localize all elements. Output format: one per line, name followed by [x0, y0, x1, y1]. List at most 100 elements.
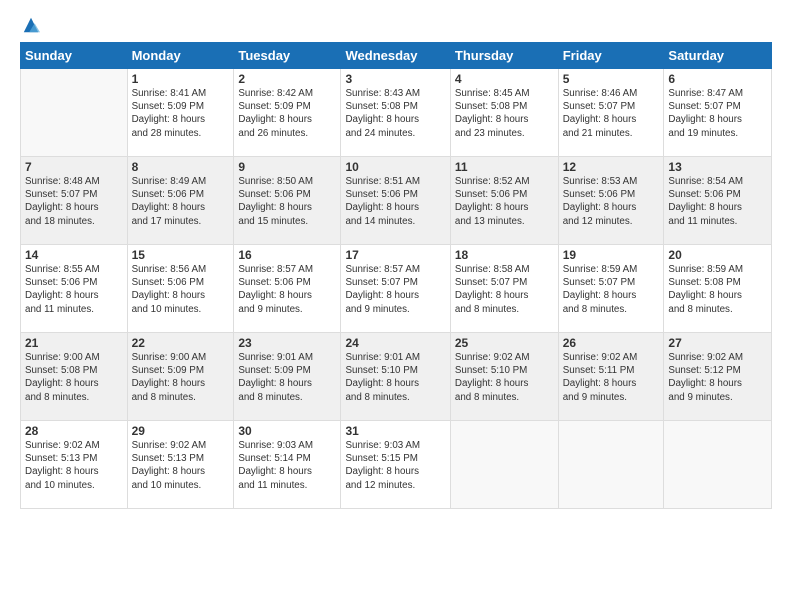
cell-info-text: Sunrise: 8:49 AM Sunset: 5:06 PM Dayligh… [132, 175, 230, 228]
calendar-week-3: 14Sunrise: 8:55 AM Sunset: 5:06 PM Dayli… [21, 245, 772, 333]
calendar-cell: 14Sunrise: 8:55 AM Sunset: 5:06 PM Dayli… [21, 245, 128, 333]
calendar-cell: 15Sunrise: 8:56 AM Sunset: 5:06 PM Dayli… [127, 245, 234, 333]
cell-date-number: 29 [132, 424, 230, 438]
calendar-week-1: 1Sunrise: 8:41 AM Sunset: 5:09 PM Daylig… [21, 69, 772, 157]
cell-date-number: 31 [345, 424, 445, 438]
calendar-cell [664, 421, 772, 509]
cell-info-text: Sunrise: 8:52 AM Sunset: 5:06 PM Dayligh… [455, 175, 554, 228]
calendar-cell: 23Sunrise: 9:01 AM Sunset: 5:09 PM Dayli… [234, 333, 341, 421]
cell-info-text: Sunrise: 9:02 AM Sunset: 5:12 PM Dayligh… [668, 351, 767, 404]
cell-info-text: Sunrise: 9:02 AM Sunset: 5:13 PM Dayligh… [132, 439, 230, 492]
cell-date-number: 18 [455, 248, 554, 262]
calendar-cell: 25Sunrise: 9:02 AM Sunset: 5:10 PM Dayli… [450, 333, 558, 421]
weekday-header-friday: Friday [558, 43, 664, 69]
calendar-cell: 7Sunrise: 8:48 AM Sunset: 5:07 PM Daylig… [21, 157, 128, 245]
weekday-header-tuesday: Tuesday [234, 43, 341, 69]
calendar-header-row: SundayMondayTuesdayWednesdayThursdayFrid… [21, 43, 772, 69]
cell-info-text: Sunrise: 8:48 AM Sunset: 5:07 PM Dayligh… [25, 175, 123, 228]
cell-date-number: 16 [238, 248, 336, 262]
calendar-week-4: 21Sunrise: 9:00 AM Sunset: 5:08 PM Dayli… [21, 333, 772, 421]
calendar-cell: 1Sunrise: 8:41 AM Sunset: 5:09 PM Daylig… [127, 69, 234, 157]
cell-date-number: 24 [345, 336, 445, 350]
calendar-cell: 6Sunrise: 8:47 AM Sunset: 5:07 PM Daylig… [664, 69, 772, 157]
calendar-cell: 10Sunrise: 8:51 AM Sunset: 5:06 PM Dayli… [341, 157, 450, 245]
calendar-cell: 11Sunrise: 8:52 AM Sunset: 5:06 PM Dayli… [450, 157, 558, 245]
calendar-cell: 17Sunrise: 8:57 AM Sunset: 5:07 PM Dayli… [341, 245, 450, 333]
calendar-cell: 21Sunrise: 9:00 AM Sunset: 5:08 PM Dayli… [21, 333, 128, 421]
calendar-cell [21, 69, 128, 157]
cell-info-text: Sunrise: 9:01 AM Sunset: 5:10 PM Dayligh… [345, 351, 445, 404]
cell-date-number: 15 [132, 248, 230, 262]
calendar-cell: 4Sunrise: 8:45 AM Sunset: 5:08 PM Daylig… [450, 69, 558, 157]
calendar-cell: 16Sunrise: 8:57 AM Sunset: 5:06 PM Dayli… [234, 245, 341, 333]
cell-info-text: Sunrise: 8:55 AM Sunset: 5:06 PM Dayligh… [25, 263, 123, 316]
cell-date-number: 26 [563, 336, 660, 350]
calendar-cell: 28Sunrise: 9:02 AM Sunset: 5:13 PM Dayli… [21, 421, 128, 509]
cell-date-number: 11 [455, 160, 554, 174]
calendar-cell [450, 421, 558, 509]
cell-info-text: Sunrise: 8:59 AM Sunset: 5:07 PM Dayligh… [563, 263, 660, 316]
cell-info-text: Sunrise: 8:53 AM Sunset: 5:06 PM Dayligh… [563, 175, 660, 228]
cell-date-number: 9 [238, 160, 336, 174]
cell-date-number: 23 [238, 336, 336, 350]
cell-date-number: 12 [563, 160, 660, 174]
calendar-cell: 12Sunrise: 8:53 AM Sunset: 5:06 PM Dayli… [558, 157, 664, 245]
cell-date-number: 30 [238, 424, 336, 438]
cell-info-text: Sunrise: 8:46 AM Sunset: 5:07 PM Dayligh… [563, 87, 660, 140]
cell-date-number: 4 [455, 72, 554, 86]
cell-info-text: Sunrise: 8:45 AM Sunset: 5:08 PM Dayligh… [455, 87, 554, 140]
cell-date-number: 13 [668, 160, 767, 174]
calendar-cell: 29Sunrise: 9:02 AM Sunset: 5:13 PM Dayli… [127, 421, 234, 509]
cell-date-number: 3 [345, 72, 445, 86]
calendar-cell: 19Sunrise: 8:59 AM Sunset: 5:07 PM Dayli… [558, 245, 664, 333]
calendar-cell: 8Sunrise: 8:49 AM Sunset: 5:06 PM Daylig… [127, 157, 234, 245]
calendar-week-2: 7Sunrise: 8:48 AM Sunset: 5:07 PM Daylig… [21, 157, 772, 245]
weekday-header-wednesday: Wednesday [341, 43, 450, 69]
cell-info-text: Sunrise: 8:54 AM Sunset: 5:06 PM Dayligh… [668, 175, 767, 228]
cell-date-number: 6 [668, 72, 767, 86]
cell-info-text: Sunrise: 9:03 AM Sunset: 5:14 PM Dayligh… [238, 439, 336, 492]
cell-date-number: 25 [455, 336, 554, 350]
cell-date-number: 10 [345, 160, 445, 174]
cell-info-text: Sunrise: 9:00 AM Sunset: 5:09 PM Dayligh… [132, 351, 230, 404]
calendar-cell: 3Sunrise: 8:43 AM Sunset: 5:08 PM Daylig… [341, 69, 450, 157]
calendar-cell: 5Sunrise: 8:46 AM Sunset: 5:07 PM Daylig… [558, 69, 664, 157]
logo-icon [22, 16, 40, 34]
cell-info-text: Sunrise: 8:41 AM Sunset: 5:09 PM Dayligh… [132, 87, 230, 140]
cell-date-number: 19 [563, 248, 660, 262]
weekday-header-monday: Monday [127, 43, 234, 69]
calendar-cell: 22Sunrise: 9:00 AM Sunset: 5:09 PM Dayli… [127, 333, 234, 421]
cell-info-text: Sunrise: 9:01 AM Sunset: 5:09 PM Dayligh… [238, 351, 336, 404]
calendar-table: SundayMondayTuesdayWednesdayThursdayFrid… [20, 42, 772, 509]
cell-info-text: Sunrise: 9:03 AM Sunset: 5:15 PM Dayligh… [345, 439, 445, 492]
cell-info-text: Sunrise: 8:58 AM Sunset: 5:07 PM Dayligh… [455, 263, 554, 316]
cell-info-text: Sunrise: 8:43 AM Sunset: 5:08 PM Dayligh… [345, 87, 445, 140]
cell-date-number: 7 [25, 160, 123, 174]
calendar-body: 1Sunrise: 8:41 AM Sunset: 5:09 PM Daylig… [21, 69, 772, 509]
calendar-cell [558, 421, 664, 509]
cell-info-text: Sunrise: 9:00 AM Sunset: 5:08 PM Dayligh… [25, 351, 123, 404]
calendar-cell: 30Sunrise: 9:03 AM Sunset: 5:14 PM Dayli… [234, 421, 341, 509]
cell-info-text: Sunrise: 8:59 AM Sunset: 5:08 PM Dayligh… [668, 263, 767, 316]
weekday-header-saturday: Saturday [664, 43, 772, 69]
logo [20, 16, 40, 30]
cell-info-text: Sunrise: 8:56 AM Sunset: 5:06 PM Dayligh… [132, 263, 230, 316]
cell-info-text: Sunrise: 8:57 AM Sunset: 5:07 PM Dayligh… [345, 263, 445, 316]
calendar-cell: 2Sunrise: 8:42 AM Sunset: 5:09 PM Daylig… [234, 69, 341, 157]
cell-info-text: Sunrise: 9:02 AM Sunset: 5:11 PM Dayligh… [563, 351, 660, 404]
cell-date-number: 8 [132, 160, 230, 174]
weekday-header-thursday: Thursday [450, 43, 558, 69]
cell-date-number: 28 [25, 424, 123, 438]
header [20, 16, 772, 30]
cell-date-number: 17 [345, 248, 445, 262]
calendar-cell: 26Sunrise: 9:02 AM Sunset: 5:11 PM Dayli… [558, 333, 664, 421]
cell-date-number: 20 [668, 248, 767, 262]
weekday-header-sunday: Sunday [21, 43, 128, 69]
cell-info-text: Sunrise: 9:02 AM Sunset: 5:10 PM Dayligh… [455, 351, 554, 404]
cell-date-number: 14 [25, 248, 123, 262]
calendar-cell: 13Sunrise: 8:54 AM Sunset: 5:06 PM Dayli… [664, 157, 772, 245]
calendar-cell: 27Sunrise: 9:02 AM Sunset: 5:12 PM Dayli… [664, 333, 772, 421]
cell-info-text: Sunrise: 8:57 AM Sunset: 5:06 PM Dayligh… [238, 263, 336, 316]
calendar-cell: 20Sunrise: 8:59 AM Sunset: 5:08 PM Dayli… [664, 245, 772, 333]
calendar-cell: 18Sunrise: 8:58 AM Sunset: 5:07 PM Dayli… [450, 245, 558, 333]
